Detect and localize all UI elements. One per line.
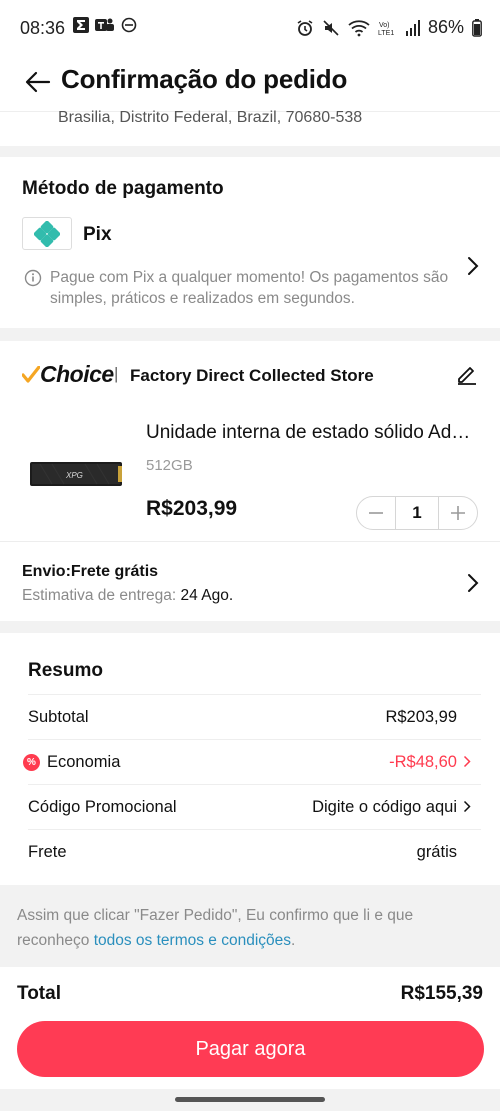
pix-logo bbox=[22, 217, 72, 250]
status-right: Vo) LTE1 86% bbox=[296, 17, 482, 38]
status-bar: 08:36 Vo) LTE1 86% bbox=[0, 0, 500, 56]
summary-row-subtotal: Subtotal R$203,99 bbox=[28, 694, 481, 739]
arrow-left-icon bbox=[25, 71, 51, 93]
choice-badge: Choice bbox=[22, 361, 114, 388]
savings-value: -R$48,60 bbox=[389, 752, 457, 771]
teams-icon bbox=[95, 18, 114, 31]
battery-level: 86% bbox=[427, 17, 464, 37]
delivery-estimate: Estimativa de entrega: 24 Ago. bbox=[22, 587, 233, 605]
store-name[interactable]: Factory Direct Collected Store bbox=[130, 366, 374, 386]
checkmark-icon bbox=[22, 365, 40, 383]
signal-icon bbox=[405, 19, 420, 36]
shipping-fee-value: grátis bbox=[416, 842, 457, 861]
delivery-date: 24 Ago. bbox=[180, 587, 234, 604]
summary-title: Resumo bbox=[28, 660, 103, 681]
terms-suffix: . bbox=[291, 932, 296, 949]
subtotal-value: R$203,99 bbox=[385, 707, 457, 726]
discount-badge-icon: % bbox=[23, 753, 40, 771]
divider bbox=[0, 541, 500, 542]
payment-method-title: Método de pagamento bbox=[22, 178, 224, 199]
quantity-value[interactable]: 1 bbox=[395, 496, 439, 530]
pay-now-button[interactable]: Pagar agora bbox=[17, 1021, 484, 1077]
product-price: R$203,99 bbox=[146, 497, 238, 520]
app-header: Confirmação do pedido bbox=[0, 56, 500, 112]
summary-row-savings[interactable]: % Economia -R$48,60 bbox=[23, 739, 481, 784]
increment-button[interactable] bbox=[439, 496, 477, 530]
total-value: R$155,39 bbox=[400, 983, 483, 1004]
home-indicator[interactable] bbox=[175, 1097, 325, 1102]
chevron-right-icon bbox=[463, 755, 471, 768]
checkout-bar: Total R$155,39 Pagar agora bbox=[0, 967, 500, 1089]
terms-notice: Assim que clicar "Fazer Pedido", Eu conf… bbox=[0, 885, 500, 967]
terms-link[interactable]: todos os termos e condições bbox=[94, 932, 291, 949]
summary-row-shipping: Frete grátis bbox=[28, 829, 481, 874]
chevron-right-icon[interactable] bbox=[467, 573, 479, 593]
order-summary: Resumo Subtotal R$203,99 % Economia -R$4… bbox=[0, 633, 500, 885]
back-button[interactable] bbox=[20, 64, 56, 100]
total-label: Total bbox=[17, 983, 61, 1004]
promo-code-input[interactable]: Digite o código aqui bbox=[312, 798, 457, 817]
status-left-icons bbox=[73, 17, 137, 33]
pix-icon bbox=[34, 220, 60, 247]
choice-label: Choice bbox=[40, 361, 114, 387]
shipping-address[interactable]: Brasilia, Distrito Federal, Brazil, 7068… bbox=[0, 109, 500, 146]
do-not-disturb-icon bbox=[121, 17, 137, 33]
decrement-button[interactable] bbox=[357, 496, 395, 530]
page-title: Confirmação do pedido bbox=[61, 64, 348, 94]
store-separator: | bbox=[114, 364, 119, 383]
product-variant: 512GB bbox=[146, 457, 193, 474]
product-title[interactable]: Unidade interna de estado sólido Ad… bbox=[146, 422, 470, 444]
shipping-option[interactable]: Envio:Frete grátis bbox=[22, 563, 158, 581]
chevron-right-icon bbox=[463, 800, 471, 813]
status-time: 08:36 bbox=[20, 18, 66, 38]
promo-label: Código Promocional bbox=[28, 797, 177, 816]
savings-label: Economia bbox=[47, 752, 121, 771]
address-line: Brasilia, Distrito Federal, Brazil, 7068… bbox=[58, 109, 363, 126]
summary-row-promo[interactable]: Código Promocional Digite o código aqui bbox=[28, 784, 481, 829]
info-icon bbox=[24, 269, 42, 287]
plus-icon bbox=[451, 506, 465, 520]
subtotal-label: Subtotal bbox=[28, 707, 89, 726]
svg-text:LTE1: LTE1 bbox=[378, 30, 394, 37]
shipping-fee-label: Frete bbox=[28, 842, 67, 861]
svg-text:XPG: XPG bbox=[65, 471, 83, 480]
payment-note: Pague com Pix a qualquer momento! Os pag… bbox=[50, 269, 449, 307]
minus-icon bbox=[369, 512, 383, 514]
alarm-icon bbox=[297, 19, 313, 36]
terms-text: Assim que clicar "Fazer Pedido", Eu conf… bbox=[17, 903, 487, 953]
mute-icon bbox=[323, 19, 339, 36]
savings-label-wrap: % Economia bbox=[23, 752, 389, 772]
product-image[interactable]: XPG bbox=[30, 458, 122, 490]
edit-icon[interactable] bbox=[456, 363, 478, 385]
quantity-stepper: 1 bbox=[356, 496, 478, 530]
svg-text:Vo): Vo) bbox=[379, 22, 390, 29]
payment-method-name: Pix bbox=[83, 224, 112, 245]
store-card: Choice | Factory Direct Collected Store … bbox=[0, 341, 500, 621]
wifi-icon bbox=[348, 19, 370, 36]
delivery-prefix: Estimativa de entrega: bbox=[22, 587, 177, 604]
battery-icon bbox=[472, 18, 482, 37]
sigma-app-icon bbox=[73, 17, 89, 33]
volte-icon: Vo)LTE1 bbox=[378, 22, 394, 37]
chevron-right-icon[interactable] bbox=[467, 256, 479, 276]
payment-method-card[interactable]: Método de pagamento Pix Pague com Pix a … bbox=[0, 157, 500, 328]
